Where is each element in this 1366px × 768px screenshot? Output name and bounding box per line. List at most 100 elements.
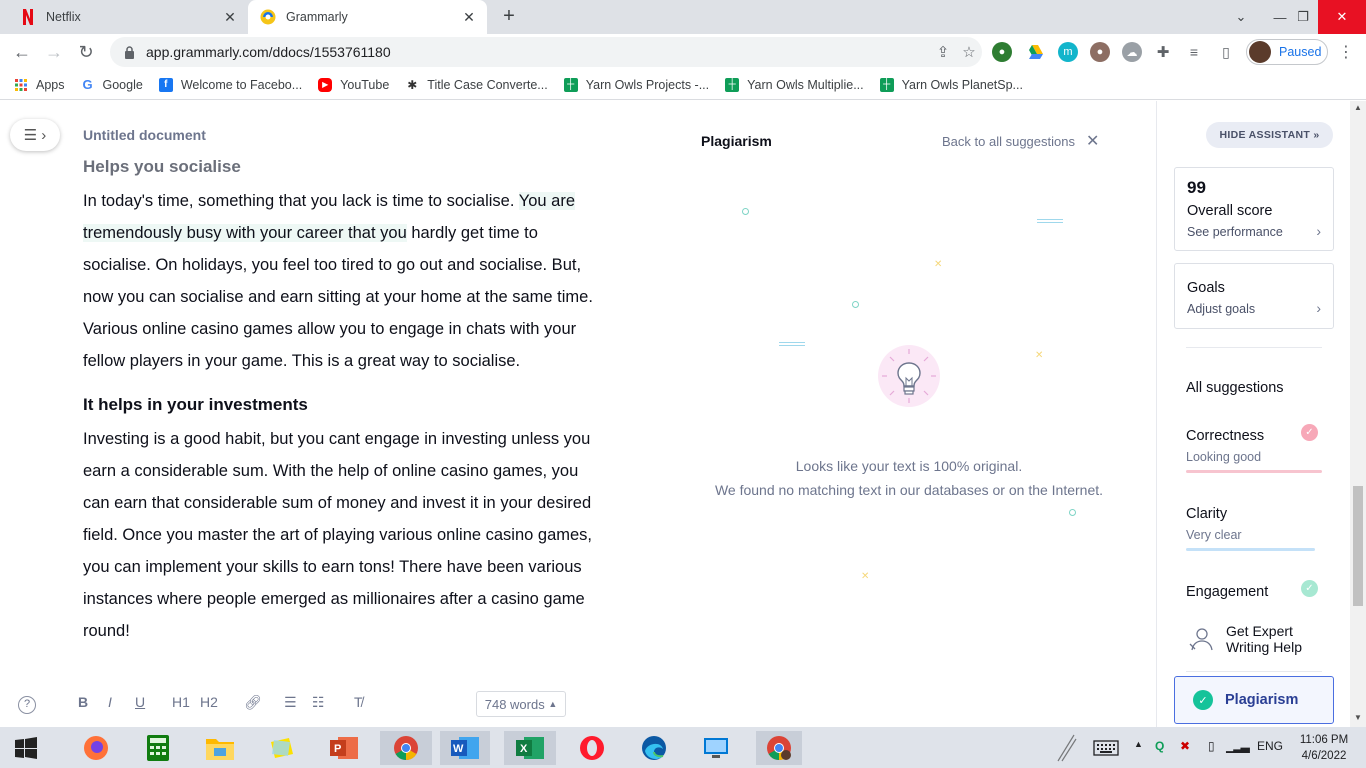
help-icon[interactable]: ? bbox=[18, 696, 36, 714]
plagiarism-button[interactable]: ✓ Plagiarism bbox=[1174, 676, 1334, 724]
bookmark-google[interactable]: G Google bbox=[81, 77, 142, 92]
bold-button[interactable]: B bbox=[78, 694, 88, 710]
bookmark-star-icon[interactable]: ☆ bbox=[956, 43, 982, 61]
firefox-icon[interactable] bbox=[78, 731, 114, 765]
scroll-up-icon[interactable]: ▲ bbox=[1354, 103, 1362, 112]
system-clock[interactable]: 11:06 PM 4/6/2022 bbox=[1298, 732, 1350, 764]
tray-network-x-icon[interactable]: ✖ bbox=[1180, 739, 1190, 753]
netflix-icon bbox=[20, 9, 36, 25]
bookmark-youtube[interactable]: ▶ YouTube bbox=[318, 77, 389, 92]
overall-score-card[interactable]: 99 Overall score See performance › bbox=[1174, 167, 1334, 251]
excel-icon[interactable]: X bbox=[504, 731, 556, 765]
double-chevron-right-icon: » bbox=[1313, 129, 1320, 141]
document-title[interactable]: Untitled document bbox=[83, 127, 206, 143]
bookmark-yarn-owls-planetsp[interactable]: ┼ Yarn Owls PlanetSp... bbox=[879, 77, 1023, 92]
lock-icon bbox=[122, 45, 136, 59]
see-performance-link[interactable]: See performance bbox=[1187, 225, 1283, 239]
main-menu-button[interactable]: ☰ › bbox=[10, 119, 60, 151]
sheets-icon: ┼ bbox=[563, 77, 578, 92]
bookmark-apps[interactable]: Apps bbox=[14, 78, 65, 92]
tab-search-chevron-icon[interactable]: ⌄ bbox=[1228, 0, 1254, 34]
browser-tab-strip: Netflix ✕ Grammarly ✕ + ⌄ — ❐ ✕ bbox=[0, 0, 1366, 34]
profile-button[interactable]: Paused bbox=[1246, 39, 1328, 65]
calculator-icon[interactable] bbox=[140, 731, 176, 765]
browser-menu-icon[interactable]: ⋮ bbox=[1334, 40, 1358, 64]
file-explorer-icon[interactable] bbox=[202, 731, 238, 765]
pen-workspace-icon[interactable] bbox=[1046, 731, 1086, 765]
close-icon[interactable]: ✕ bbox=[1086, 131, 1099, 151]
chrome-profile-taskbar-icon[interactable] bbox=[756, 731, 802, 765]
heading2-button[interactable]: H2 bbox=[200, 694, 218, 710]
battery-icon[interactable]: ▯ bbox=[1208, 739, 1215, 753]
page-scrollbar[interactable]: ▲ ▼ bbox=[1350, 101, 1366, 727]
wifi-signal-icon[interactable]: ▁▂▃ bbox=[1226, 739, 1250, 753]
close-window-icon[interactable]: ✕ bbox=[1318, 0, 1366, 34]
reading-list-icon[interactable]: ≡ bbox=[1184, 42, 1204, 62]
decorative-spark-icon: ✕ bbox=[1035, 350, 1044, 361]
get-expert-help-link[interactable]: Get Expert Writing Help bbox=[1226, 623, 1326, 655]
tray-app-q-icon[interactable]: Q bbox=[1155, 739, 1164, 753]
bookmark-yarn-owls-projects[interactable]: ┼ Yarn Owls Projects -... bbox=[563, 77, 709, 92]
close-tab-icon[interactable]: ✕ bbox=[457, 9, 481, 26]
restore-icon[interactable]: ❐ bbox=[1293, 0, 1313, 34]
opera-icon[interactable] bbox=[574, 731, 610, 765]
scroll-down-icon[interactable]: ▼ bbox=[1354, 713, 1362, 722]
windows-start-icon[interactable] bbox=[6, 731, 46, 765]
touch-keyboard-icon[interactable] bbox=[1090, 731, 1122, 765]
bookmark-title-case[interactable]: ✱ Title Case Converte... bbox=[405, 78, 547, 92]
back-arrow-icon[interactable]: ← bbox=[10, 40, 34, 64]
all-suggestions-link[interactable]: All suggestions bbox=[1186, 380, 1284, 396]
numbered-list-icon[interactable]: ☰ bbox=[284, 694, 297, 711]
side-panel-icon[interactable]: ▯ bbox=[1216, 42, 1236, 62]
correctness-label[interactable]: Correctness bbox=[1186, 428, 1264, 444]
minimize-icon[interactable]: — bbox=[1270, 0, 1290, 34]
google-icon: G bbox=[82, 77, 93, 92]
bulleted-list-icon[interactable]: ☷ bbox=[312, 694, 325, 711]
remote-desktop-icon[interactable] bbox=[698, 731, 734, 765]
word-count-button[interactable]: 748 words ▲ bbox=[476, 691, 566, 717]
adjust-goals-link[interactable]: Adjust goals bbox=[1187, 302, 1255, 316]
underline-button[interactable]: U bbox=[135, 694, 145, 710]
decorative-spark-icon: ✕ bbox=[861, 571, 870, 582]
extension-cloud-icon[interactable]: ☁ bbox=[1122, 42, 1142, 62]
powerpoint-icon[interactable]: P bbox=[326, 731, 362, 765]
bookmark-facebook[interactable]: f Welcome to Facebo... bbox=[158, 77, 302, 92]
extension-m-icon[interactable]: m bbox=[1058, 42, 1078, 62]
reload-icon[interactable]: ↻ bbox=[74, 40, 98, 64]
goals-card[interactable]: Goals Adjust goals › bbox=[1174, 263, 1334, 329]
correctness-bar bbox=[1186, 470, 1322, 473]
bookmark-yarn-owls-multiplier[interactable]: ┼ Yarn Owls Multiplie... bbox=[725, 77, 864, 92]
language-indicator[interactable]: ENG bbox=[1257, 739, 1283, 753]
clear-format-icon[interactable]: T̸ bbox=[354, 694, 363, 710]
forward-arrow-icon[interactable]: → bbox=[42, 40, 66, 64]
cookie-extension-icon[interactable]: ● bbox=[1090, 42, 1110, 62]
grammarly-editor-page: ☰ › Untitled document Helps you socialis… bbox=[0, 101, 1366, 727]
scrollbar-thumb[interactable] bbox=[1353, 486, 1363, 606]
address-bar[interactable]: app.grammarly.com/ddocs/1553761180 ⇪ ☆ bbox=[110, 37, 982, 67]
document-editor[interactable]: Helps you socialise In today's time, som… bbox=[83, 153, 605, 681]
link-icon[interactable]: 🔗︎ bbox=[244, 694, 262, 711]
overall-score-value: 99 bbox=[1187, 178, 1206, 197]
sticky-notes-icon[interactable] bbox=[264, 731, 300, 765]
clarity-label[interactable]: Clarity bbox=[1186, 506, 1227, 522]
tray-chevron-up-icon[interactable]: ▲ bbox=[1134, 739, 1143, 749]
extension-globe-icon[interactable]: ● bbox=[992, 42, 1012, 62]
chrome-taskbar-icon[interactable] bbox=[380, 731, 432, 765]
correctness-check-icon: ✓ bbox=[1301, 424, 1318, 441]
tab-grammarly[interactable]: Grammarly ✕ bbox=[248, 0, 487, 34]
google-drive-icon[interactable] bbox=[1025, 42, 1045, 62]
italic-button[interactable]: I bbox=[108, 694, 112, 710]
heading1-button[interactable]: H1 bbox=[172, 694, 190, 710]
engagement-label[interactable]: Engagement bbox=[1186, 584, 1268, 600]
sheets-icon: ┼ bbox=[725, 77, 740, 92]
back-to-suggestions-link[interactable]: Back to all suggestions bbox=[942, 134, 1075, 149]
hide-assistant-button[interactable]: HIDE ASSISTANT » bbox=[1206, 122, 1333, 148]
lightbulb-icon bbox=[876, 343, 942, 409]
share-icon[interactable]: ⇪ bbox=[930, 43, 956, 61]
new-tab-button[interactable]: + bbox=[498, 6, 520, 28]
edge-icon[interactable] bbox=[636, 731, 672, 765]
word-icon[interactable]: W bbox=[440, 731, 490, 765]
close-tab-icon[interactable]: ✕ bbox=[218, 9, 242, 26]
tab-netflix[interactable]: Netflix ✕ bbox=[8, 0, 248, 34]
extensions-puzzle-icon[interactable]: ✚ bbox=[1153, 42, 1173, 62]
